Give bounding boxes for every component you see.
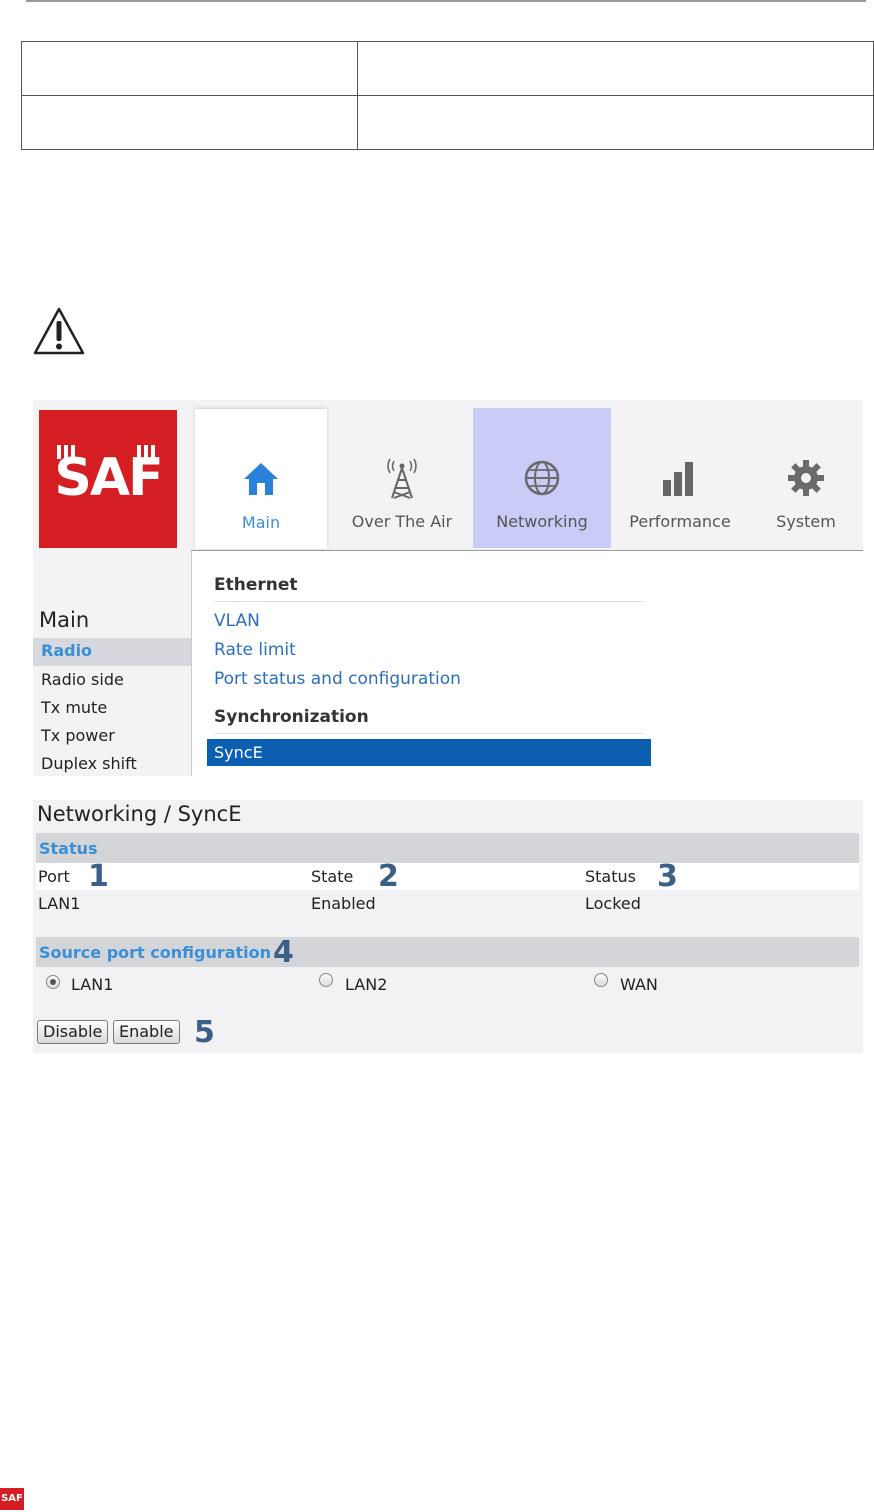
tab-label: Performance xyxy=(629,512,731,531)
home-icon xyxy=(244,463,278,495)
tab-performance[interactable]: Performance xyxy=(611,408,749,548)
section-title: Source port configuration xyxy=(39,943,272,962)
value-state: Enabled xyxy=(311,894,376,913)
menu-item-rate-limit[interactable]: Rate limit xyxy=(214,640,296,660)
menu-divider xyxy=(214,733,644,734)
table-cell xyxy=(21,41,358,96)
warning-icon xyxy=(33,307,85,355)
radio-label: LAN2 xyxy=(345,975,388,994)
radio-lan1[interactable] xyxy=(46,975,60,989)
menu-item-synce[interactable]: SyncE xyxy=(207,739,651,766)
table-row xyxy=(21,41,874,96)
callout-number: 2 xyxy=(378,859,399,894)
sidebar-item-radio[interactable]: Radio xyxy=(33,638,191,666)
menu-divider xyxy=(214,601,644,602)
table-cell xyxy=(21,95,358,150)
document-table xyxy=(21,41,874,150)
sidebar-item-label: Radio xyxy=(41,641,93,660)
radio-label: LAN1 xyxy=(71,975,114,994)
main-tab-bar: Main Over The Air Networking Performance… xyxy=(193,408,863,550)
menu-item-port-status[interactable]: Port status and configuration xyxy=(214,669,461,689)
tab-system[interactable]: System xyxy=(749,408,863,548)
tab-label: Main xyxy=(241,513,281,532)
callout-number: 1 xyxy=(88,859,109,894)
radio-wan[interactable] xyxy=(594,973,608,987)
sidebar-item-tx-mute[interactable]: Tx mute xyxy=(41,698,107,717)
sidebar-item-tx-power[interactable]: Tx power xyxy=(41,726,115,745)
sidebar-heading: Main xyxy=(39,608,90,632)
menu-heading-synchronization: Synchronization xyxy=(214,707,369,727)
table-cell xyxy=(357,41,874,96)
table-row xyxy=(21,95,874,150)
sidebar-item-radio-side[interactable]: Radio side xyxy=(41,670,124,689)
footer-logo-text: SAF xyxy=(1,1493,23,1504)
enable-button[interactable]: Enable xyxy=(113,1020,180,1044)
callout-number: 5 xyxy=(194,1015,215,1050)
tab-label: Over The Air xyxy=(351,512,453,531)
menu-item-vlan[interactable]: VLAN xyxy=(214,611,260,631)
radio-label: WAN xyxy=(620,975,658,994)
menu-item-label: SyncE xyxy=(214,743,263,762)
callout-number: 3 xyxy=(657,859,678,894)
disable-button[interactable]: Disable xyxy=(37,1020,109,1044)
networking-dropdown-menu: Ethernet VLAN Rate limit Port status and… xyxy=(191,550,863,776)
tab-over-the-air[interactable]: Over The Air xyxy=(331,408,473,548)
radio-lan2[interactable] xyxy=(319,973,333,987)
saf-logo: SAF xyxy=(39,410,177,548)
table-cell xyxy=(357,95,874,150)
column-status: Status xyxy=(585,867,636,886)
status-header-row xyxy=(36,863,859,890)
value-port: LAN1 xyxy=(38,894,81,913)
menu-heading-ethernet: Ethernet xyxy=(214,575,298,595)
tab-networking[interactable]: Networking xyxy=(473,408,611,548)
tab-label: System xyxy=(776,512,836,531)
page-title: Networking / SyncE xyxy=(37,802,242,826)
status-section-header: Status xyxy=(36,833,859,863)
antenna-tower-icon xyxy=(387,458,417,499)
web-ui-screenshot: SAF Main Over The Air Networking Perform… xyxy=(33,400,863,776)
callout-number: 4 xyxy=(273,935,294,970)
value-status: Locked xyxy=(585,894,641,913)
bar-chart-icon xyxy=(663,462,693,496)
synce-config-panel: Networking / SyncE Status Port 1 State 2… xyxy=(33,800,863,1053)
section-title: Status xyxy=(39,839,98,858)
tab-main[interactable]: Main xyxy=(195,408,327,549)
sidebar-item-duplex-shift[interactable]: Duplex shift xyxy=(41,754,137,773)
globe-icon xyxy=(524,460,560,496)
column-state: State xyxy=(311,867,354,886)
gear-icon xyxy=(788,460,824,496)
footer-logo: SAF xyxy=(0,1488,24,1510)
logo-text: SAF xyxy=(54,448,163,508)
tab-label: Networking xyxy=(496,512,588,531)
source-section-header: Source port configuration xyxy=(36,937,859,967)
header-rule xyxy=(26,0,866,2)
column-port: Port xyxy=(38,867,70,886)
